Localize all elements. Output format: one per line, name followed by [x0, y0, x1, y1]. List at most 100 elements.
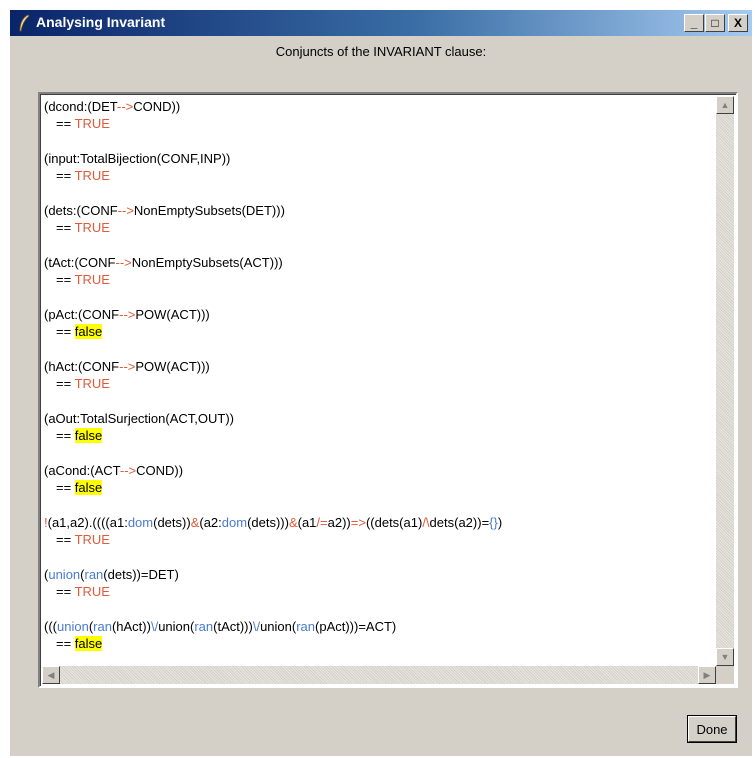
expression-token: (dets))): [247, 515, 289, 530]
conjunct-entry: (pAct:(CONF-->POW(ACT))) == false: [44, 306, 710, 358]
conjunct-result: == TRUE: [44, 583, 710, 600]
expression-token: ran: [194, 619, 214, 634]
expression-token: (aCond:(ACT: [44, 463, 120, 478]
equals-operator: ==: [56, 532, 75, 547]
expression-token: POW(ACT))): [135, 307, 210, 322]
scroll-right-button[interactable]: ▶: [698, 666, 716, 684]
expression-token: NonEmptySubsets(ACT))): [131, 255, 283, 270]
scroll-down-button[interactable]: ▼: [716, 648, 734, 666]
scroll-up-button[interactable]: ▲: [716, 96, 734, 114]
expression-token: {}: [489, 515, 498, 530]
conjunct-result: == false: [44, 479, 710, 496]
expression-token: ran: [84, 567, 104, 582]
scrollbar-corner: [716, 666, 734, 684]
equals-operator: ==: [56, 272, 75, 287]
expression-token: =>: [350, 515, 366, 530]
conjunct-entry: (aOut:TotalSurjection(ACT,OUT)) == false: [44, 410, 710, 462]
conjunct-result: == TRUE: [44, 115, 710, 132]
conjunct-entry: (union(ran(dets))=DET) == TRUE: [44, 566, 710, 618]
result-true: TRUE: [74, 272, 110, 287]
conjunct-result: == TRUE: [44, 271, 710, 288]
expression-token: a2)): [327, 515, 351, 530]
conjunct-entry: (((union(ran(hAct))\/union(ran(tAct)))\/…: [44, 618, 710, 664]
done-button[interactable]: Done: [688, 716, 736, 742]
horizontal-scrollbar[interactable]: ◀ ▶: [42, 666, 716, 684]
close-button[interactable]: X: [728, 14, 748, 32]
conjunct-expression: (hAct:(CONF-->POW(ACT))): [44, 358, 710, 375]
window-title: Analysing Invariant: [36, 14, 166, 30]
maximize-icon: □: [711, 16, 719, 30]
result-false: false: [74, 324, 103, 339]
expression-token: (tAct:(CONF: [44, 255, 116, 270]
equals-operator: ==: [56, 584, 75, 599]
expression-token: dets(a2))=: [429, 515, 490, 530]
expression-token: ran: [93, 619, 112, 634]
conjunct-result: == TRUE: [44, 219, 710, 236]
conjunct-result: == TRUE: [44, 375, 710, 392]
conjunct-expression: (dcond:(DET-->COND)): [44, 98, 710, 115]
feather-icon: [19, 14, 30, 32]
conjunct-expression: (pAct:(CONF-->POW(ACT))): [44, 306, 710, 323]
conjunct-entry: (dets:(CONF-->NonEmptySubsets(DET))) == T…: [44, 202, 710, 254]
expression-token: dom: [221, 515, 248, 530]
result-true: TRUE: [74, 584, 110, 599]
expression-token: union: [48, 567, 81, 582]
expression-token: -->: [115, 255, 132, 270]
result-true: TRUE: [74, 220, 110, 235]
expression-token: -->: [119, 463, 137, 478]
expression-token: (hAct:(CONF: [44, 359, 120, 374]
expression-token: -->: [119, 359, 136, 374]
minimize-icon: _: [690, 16, 698, 30]
invariant-text-area[interactable]: (dcond:(DET-->COND)) == TRUE (input:TotalB…: [38, 92, 738, 688]
scroll-left-button[interactable]: ◀: [42, 666, 60, 684]
equals-operator: ==: [56, 480, 75, 495]
result-true: TRUE: [74, 532, 110, 547]
conjunct-entry: (tAct:(CONF-->NonEmptySubsets(ACT))) == T…: [44, 254, 710, 306]
expression-token: dom: [127, 515, 154, 530]
conjunct-entry: (hAct:(CONF-->POW(ACT))) == TRUE: [44, 358, 710, 410]
expression-token: (dets))=DET): [103, 567, 179, 582]
expression-token: (a2:: [199, 515, 222, 530]
equals-operator: ==: [56, 116, 75, 131]
expression-token: (((: [44, 619, 57, 634]
equals-operator: ==: [56, 636, 75, 651]
conjunct-expression: !(a1,a2).((((a1:dom(dets))&(a2:dom(dets)…: [44, 514, 710, 531]
conjunct-expression: (input:TotalBijection(CONF,INP)): [44, 150, 710, 167]
expression-token: \/: [252, 619, 261, 634]
result-true: TRUE: [74, 116, 110, 131]
equals-operator: ==: [56, 168, 75, 183]
conjunct-entry: !(a1,a2).((((a1:dom(dets))&(a2:dom(dets)…: [44, 514, 710, 566]
result-false: false: [74, 480, 103, 495]
expression-token: (aOut:TotalSurjection(ACT,OUT)): [44, 411, 234, 426]
conjunct-result: == false: [44, 427, 710, 444]
equals-operator: ==: [56, 220, 75, 235]
result-true: TRUE: [74, 168, 110, 183]
maximize-button[interactable]: □: [705, 14, 725, 32]
window-controls: _ □ X: [683, 14, 748, 32]
conjunct-result: == false: [44, 323, 710, 340]
expression-token: (hAct)): [111, 619, 151, 634]
expression-token: -->: [117, 203, 134, 218]
expression-token: -->: [116, 99, 134, 114]
expression-token: (tAct))): [213, 619, 253, 634]
conjunct-entry: (aCond:(ACT-->COND)) == false: [44, 462, 710, 514]
equals-operator: ==: [56, 324, 75, 339]
equals-operator: ==: [56, 376, 75, 391]
conjunct-entry: (input:TotalBijection(CONF,INP)) == TRUE: [44, 150, 710, 202]
conjunct-expression: (tAct:(CONF-->NonEmptySubsets(ACT))): [44, 254, 710, 271]
result-true: TRUE: [74, 376, 110, 391]
equals-operator: ==: [56, 428, 75, 443]
title-bar[interactable]: Analysing Invariant _ □ X: [10, 10, 752, 36]
expression-token: ): [497, 515, 503, 530]
expression-token: (pAct)))=ACT): [315, 619, 397, 634]
conjuncts-heading: Conjuncts of the INVARIANT clause:: [275, 44, 487, 59]
analysing-invariant-window: Analysing Invariant _ □ X Conjuncts of t…: [10, 10, 752, 756]
expression-token: ((dets(a1): [365, 515, 423, 530]
expression-token: /=: [316, 515, 328, 530]
minimize-button[interactable]: _: [684, 14, 704, 32]
conjunct-result: == TRUE: [44, 531, 710, 548]
conjunct-result: == TRUE: [44, 167, 710, 184]
expression-token: (dets)): [153, 515, 191, 530]
expression-token: (dets:(CONF: [44, 203, 118, 218]
vertical-scrollbar[interactable]: ▲ ▼: [716, 96, 734, 666]
